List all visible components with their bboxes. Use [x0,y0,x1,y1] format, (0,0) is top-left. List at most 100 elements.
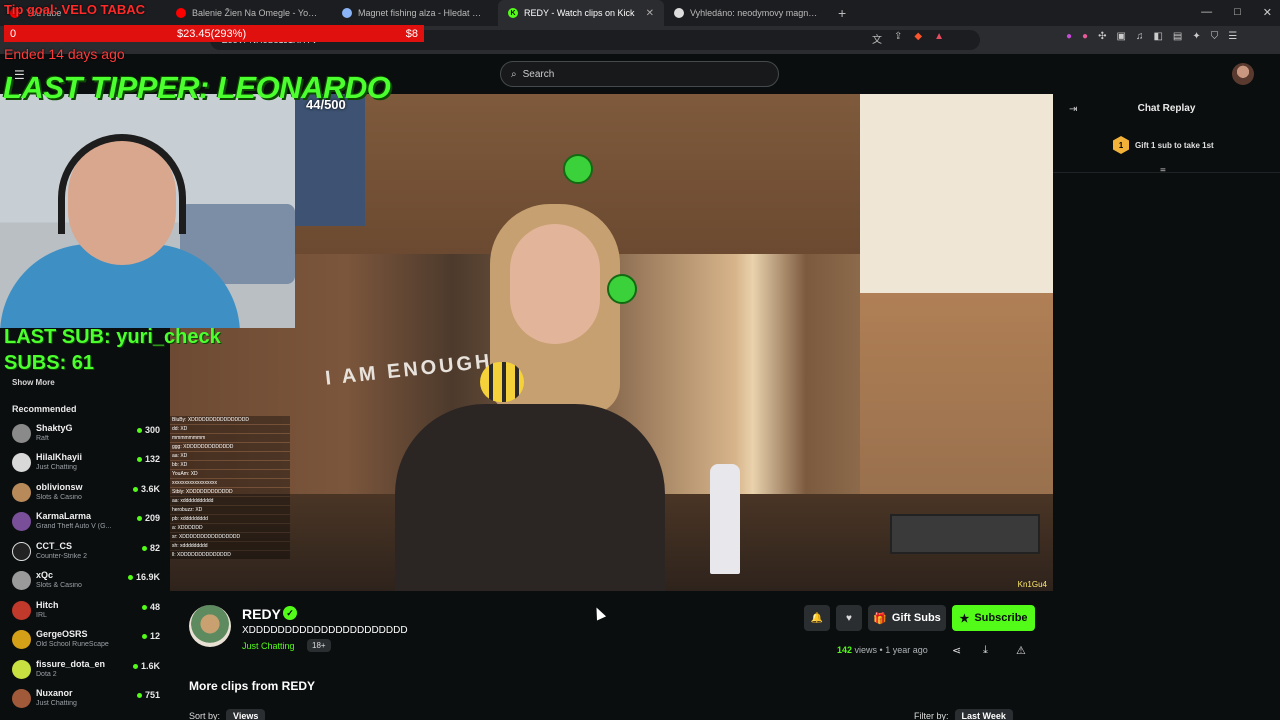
viewer-count: 16.9K [128,572,160,582]
channel-name: KarmaLarma [36,511,92,521]
viewer-count: 3.6K [133,484,160,494]
rank-badge-icon: 1 [1113,136,1129,154]
recommended-channel[interactable]: xQc Slots & Casino 16.9K [10,567,162,595]
gift-subs-button[interactable]: 🎁 Gift Subs [868,605,946,631]
leo-icon[interactable]: ✦ [1192,31,1200,42]
recommended-channel[interactable]: oblivionsw Slots & Casino 3.6K [10,479,162,507]
user-avatar[interactable] [1232,63,1254,85]
share-icon[interactable]: ⇪ [894,31,902,46]
wallet-icon[interactable]: ▤ [1173,31,1182,42]
recommended-channel[interactable]: fissure_dota_en Dota 2 1.6K [10,656,162,684]
viewer-count: 82 [142,543,160,553]
channel-avatar [12,601,31,620]
close-icon[interactable]: ✕ [1263,6,1272,19]
age-badge: 18+ [307,639,331,652]
show-more-button[interactable]: Show More [12,378,55,387]
subscribe-button[interactable]: ★ Subscribe [952,605,1035,631]
channel-category: IRL [36,612,47,619]
viewer-count: 12 [142,631,160,641]
channel-name: CCT_CS [36,541,73,551]
search-icon: ⌕ [511,68,517,80]
recommended-channel[interactable]: KarmaLarma Grand Theft Auto V (G... 209 [10,508,162,536]
translate-icon[interactable]: 文 [872,31,882,46]
video-chat-overlay: BluBy: XDDDDDDDDDDDDDDDD dd: XD mmmmmmmm gg… [170,416,290,591]
close-tab-icon[interactable]: ✕ [646,8,654,19]
music-icon[interactable]: ♫ [1136,31,1144,42]
channel-name: GergeOSRS [36,629,88,639]
sidebar-icon[interactable]: ◧ [1153,31,1162,42]
extension-icon[interactable]: ● [1066,31,1072,42]
channel-name: ShaktyG [36,423,73,433]
verified-icon: ✓ [283,606,297,620]
channel-category: Raft [36,435,49,442]
channel-avatar[interactable] [189,605,231,647]
share-icon[interactable]: ⋖ [952,644,961,657]
sort-label: Sort by: [189,711,221,720]
recommended-channel[interactable]: Nuxanor Just Chatting 751 [10,685,162,713]
recommended-heading: Recommended [12,404,77,414]
search-input[interactable]: ⌕ Search [500,61,779,87]
puzzle-icon[interactable]: ✣ [1098,31,1106,42]
recommended-channel[interactable]: GergeOSRS Old School RuneScape 12 [10,626,162,654]
vpn-icon[interactable]: ⛉ [1211,31,1219,42]
recommended-channel[interactable]: Hitch IRL 48 [10,597,162,625]
filter-label: Filter by: [914,711,949,720]
recommended-channel[interactable]: HilalKhayii Just Chatting 132 [10,449,162,477]
filter-dropdown[interactable]: Last Week [954,709,1013,720]
viewer-count: 48 [142,602,160,612]
webcam-overlay [0,94,295,328]
recommended-channel[interactable]: ShaktyG Raft 300 [10,420,162,448]
channel-category: Dota 2 [36,671,57,678]
kick-icon: K [508,8,518,18]
new-tab-button[interactable]: + [830,5,854,21]
follow-heart-button[interactable]: ♥ [836,605,862,631]
screenshot-icon[interactable]: ▣ [1116,31,1125,42]
recommended-channel[interactable]: CCT_CS Counter-Strike 2 82 [10,538,162,566]
viewer-count: 1.6K [133,661,160,671]
channel-category: Slots & Casino [36,582,82,589]
channel-category: Old School RuneScape [36,641,109,648]
menu-icon[interactable]: ☰ [1228,31,1237,42]
clip-title: XDDDDDDDDDDDDDDDDDDDDDD [242,625,408,636]
emote-icon [563,154,593,184]
channel-avatar [12,660,31,679]
report-icon[interactable]: ⚠ [1016,644,1026,657]
browser-tab[interactable]: Balenie Žien Na Omegle - YouTube [166,0,332,26]
channel-name[interactable]: REDY [242,606,281,622]
alza-icon [674,8,684,18]
channel-avatar [12,542,31,561]
browser-tab-active[interactable]: K REDY - Watch clips on Kick ✕ [498,0,664,26]
extension-icon[interactable]: ● [1082,31,1088,42]
browser-tab[interactable]: Vyhledáno: neodymovy magnet | Alza [664,0,830,26]
download-icon[interactable]: ⤓ [983,644,988,657]
sort-dropdown[interactable]: Views [226,709,266,720]
gift-text: Gift 1 sub to take 1st [1135,140,1214,150]
person-face [510,224,600,344]
goal-end: $8 [405,27,418,40]
tab-label: Vyhledáno: neodymovy magnet | Alza [690,8,820,18]
tab-label: Magnet fishing alza - Hledat Googlem [358,8,488,18]
notification-bell-button[interactable]: 🔔 [804,605,830,631]
youtube-icon [176,8,186,18]
gift-subs-label: Gift Subs [891,612,941,624]
gift-leaderboard[interactable]: 1 Gift 1 sub to take 1st [1113,136,1214,154]
views-suffix: views • 1 year ago [854,645,928,655]
channel-category: Grand Theft Auto V (G... [36,523,112,530]
browser-tab-bar: YouTube Balenie Žien Na Omegle - YouTube… [0,0,1280,26]
rewards-icon[interactable]: ▲ [934,31,944,46]
maximize-icon[interactable]: □ [1234,6,1241,19]
channel-avatar [12,424,31,443]
chat-replay-panel: Chat Replay ⇥ 1 Gift 1 sub to take 1st ≡ [1053,94,1280,720]
brave-shield-icon[interactable]: ◆ [914,31,922,46]
detergent-bottle [710,464,740,574]
dish-rack [890,514,1040,554]
window-controls: — □ ✕ [1201,6,1272,19]
collapse-chat-icon[interactable]: ⇥ [1069,104,1077,115]
browser-tab[interactable]: Magnet fishing alza - Hledat Googlem [332,0,498,26]
video-scene-panel [295,94,365,226]
channel-avatar [12,483,31,502]
screen: YouTube Balenie Žien Na Omegle - YouTube… [0,0,1280,720]
minimize-icon[interactable]: — [1201,6,1212,19]
category-link[interactable]: Just Chatting [242,641,295,651]
tab-label: Balenie Žien Na Omegle - YouTube [192,8,322,18]
